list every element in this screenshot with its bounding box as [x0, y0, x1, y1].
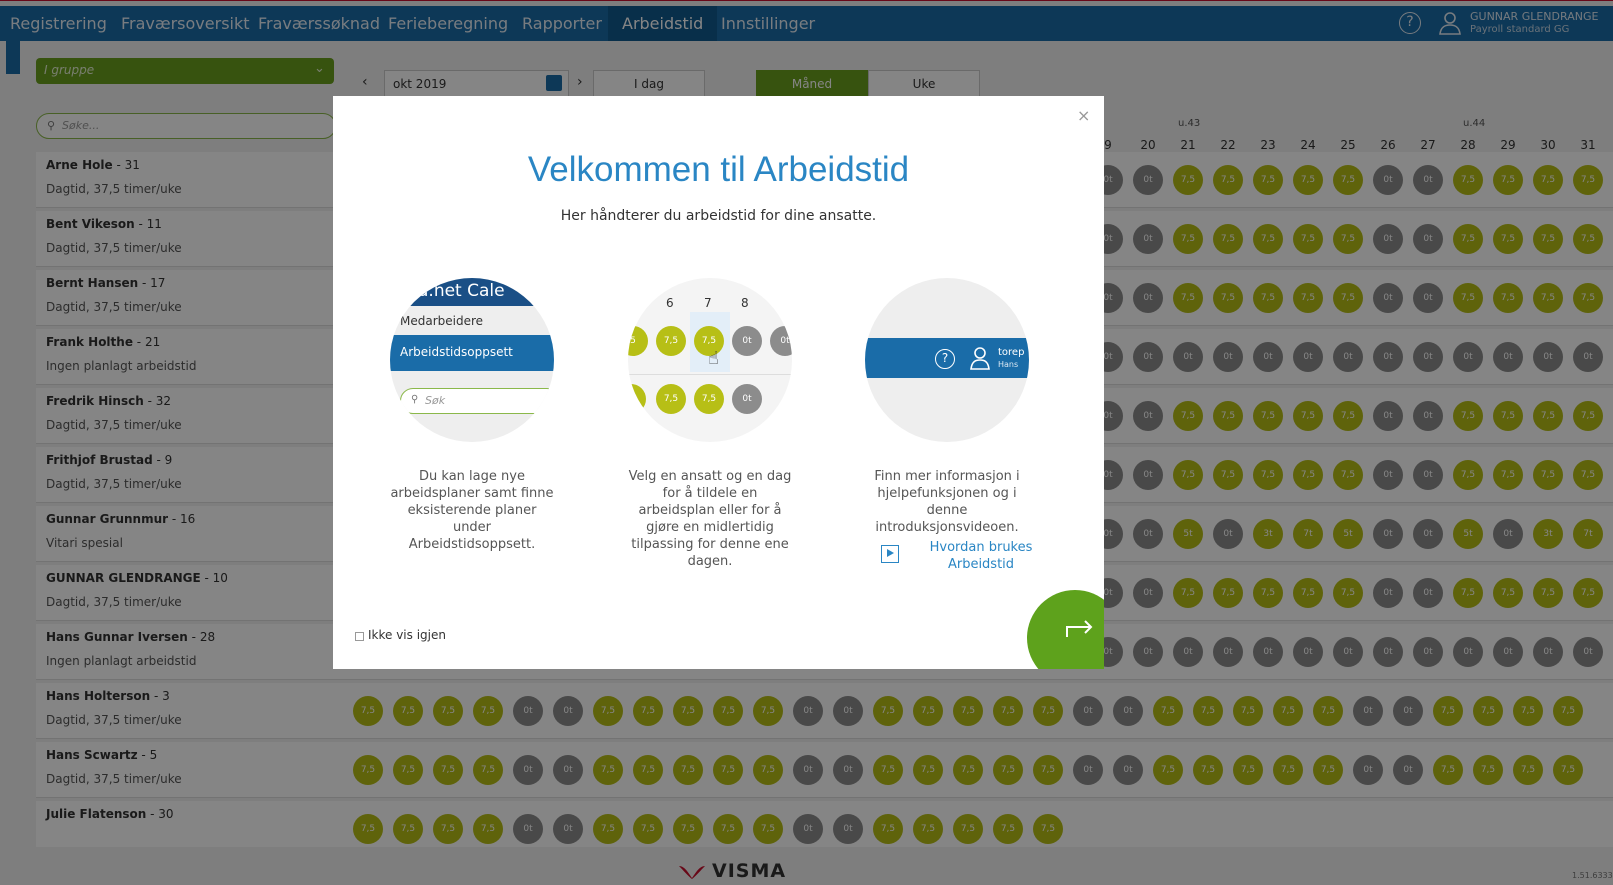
calendar-description: Velg en ansatt og en dag for å tildele e…	[628, 469, 792, 569]
illustration-cell	[628, 384, 646, 414]
illustration-user-name: torep	[998, 347, 1025, 358]
setup-description: Du kan lage nye arbeidsplaner samt finne…	[390, 469, 554, 552]
dont-show-again-checkbox[interactable]	[355, 632, 364, 641]
pointer-hand-icon: ☝	[708, 348, 719, 369]
dont-show-again-label[interactable]: Ikke vis igjen	[368, 628, 446, 642]
help-description: Finn mer informasjon i hjelpefunksjonen …	[874, 469, 1020, 535]
search-icon: ⚲	[411, 394, 419, 405]
illustration-calendar: 6 7 8 5 7,5 7,5 0t 0t 7,5 7,5 0t ☝	[628, 278, 792, 442]
illustration-day: 8	[741, 296, 749, 310]
illustration-cell: 7,5	[694, 384, 724, 414]
illustration-menu-item: Medarbeidere	[400, 314, 484, 328]
illustration-day: 6	[666, 296, 674, 310]
dialog-subtitle: Her håndterer du arbeidstid for dine ans…	[560, 208, 877, 224]
illustration-setup: a.net Cale Medarbeidere Arbeidstidsoppse…	[390, 278, 554, 442]
illustration-cell: 5	[628, 326, 648, 356]
arrow-forward-icon	[1066, 620, 1093, 637]
illustration-cell: 0t	[732, 326, 762, 356]
illustration-search: ⚲ Søk	[400, 388, 554, 414]
illustration-help: ? torep Hans	[865, 278, 1029, 442]
welcome-dialog: × Velkommen til Arbeidstid Her håndterer…	[333, 96, 1104, 669]
illustration-menu-item-active: Arbeidstidsoppsett	[400, 345, 513, 359]
illustration-user-sub: Hans	[998, 360, 1019, 369]
illustration-cell: 0t	[770, 326, 792, 356]
illustration-cell: 0t	[732, 384, 762, 414]
illustration-cell: 7,5	[656, 326, 686, 356]
illustration-cell: 7,5	[656, 384, 686, 414]
next-button[interactable]	[1027, 590, 1104, 669]
illustration-header-text: a.net Cale	[418, 281, 505, 301]
close-icon[interactable]: ×	[1077, 106, 1090, 125]
illustration-divider	[628, 374, 792, 375]
illustration-search-text: Søk	[425, 394, 446, 407]
help-icon: ?	[935, 349, 955, 369]
illustration-day: 7	[704, 296, 712, 310]
dialog-title: Velkommen til Arbeidstid	[527, 150, 910, 189]
video-link-text[interactable]: Hvordan brukes Arbeidstid	[911, 539, 1051, 573]
user-icon	[970, 347, 990, 370]
play-video-icon[interactable]	[881, 545, 899, 563]
